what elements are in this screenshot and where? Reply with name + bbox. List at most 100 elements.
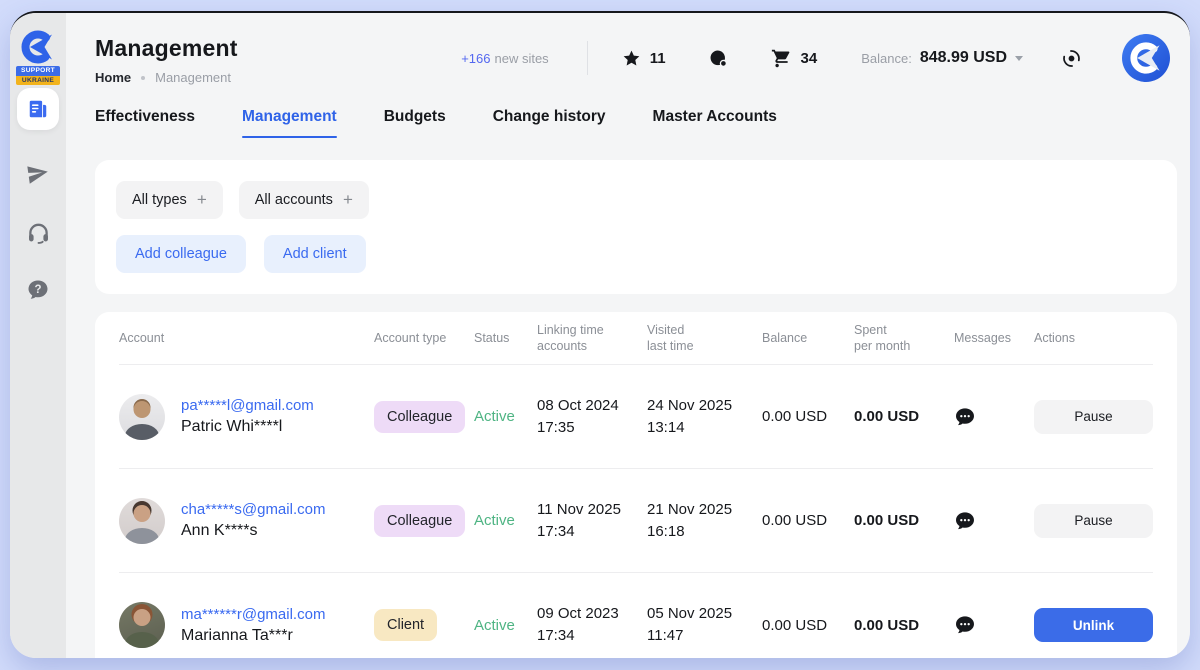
sidebar-item-sites[interactable] bbox=[17, 88, 59, 130]
breadcrumb-separator bbox=[141, 76, 145, 80]
all-accounts-filter[interactable]: All accounts + bbox=[239, 181, 369, 219]
account-avatar-logo[interactable] bbox=[1122, 34, 1170, 82]
col-status: Status bbox=[474, 330, 537, 346]
new-sites-label: new sites bbox=[494, 51, 548, 66]
cart-stat[interactable]: 34 bbox=[771, 48, 818, 69]
plus-icon: + bbox=[197, 190, 207, 210]
header-stats: +166new sites 11 34 bbox=[461, 33, 1170, 83]
account-type-cell: Client bbox=[374, 609, 474, 641]
linking-time-cell: 11 Nov 2025 17:34 bbox=[537, 499, 647, 543]
favorites-stat[interactable]: 11 bbox=[622, 49, 666, 68]
page-title: Management bbox=[95, 35, 238, 62]
visited-cell: 05 Nov 2025 11:47 bbox=[647, 603, 762, 647]
tab-budgets[interactable]: Budgets bbox=[384, 108, 446, 126]
send-icon bbox=[26, 162, 50, 186]
account-cell: pa*****l@gmail.com Patric Whi****l bbox=[119, 394, 374, 440]
linking-time: 17:35 bbox=[537, 417, 647, 439]
account-email[interactable]: cha*****s@gmail.com bbox=[181, 501, 325, 518]
sidebar-item-support[interactable] bbox=[10, 220, 66, 245]
filters-card: All types + All accounts + Add colleague… bbox=[95, 160, 1177, 294]
tab-master-accounts[interactable]: Master Accounts bbox=[653, 108, 777, 126]
support-ukraine-line2: UKRAINE bbox=[16, 76, 60, 86]
cart-icon bbox=[771, 48, 792, 69]
headphones-icon bbox=[26, 220, 51, 245]
linking-time-cell: 08 Oct 2024 17:35 bbox=[537, 395, 647, 439]
account-identity: pa*****l@gmail.com Patric Whi****l bbox=[181, 397, 314, 436]
balance-cell: 0.00 USD bbox=[762, 408, 854, 425]
table-row: pa*****l@gmail.com Patric Whi****l Colle… bbox=[119, 365, 1153, 469]
balance-label: Balance: bbox=[861, 51, 912, 66]
linking-date: 09 Oct 2023 bbox=[537, 603, 647, 625]
all-accounts-label: All accounts bbox=[255, 192, 333, 208]
col-spent: Spentper month bbox=[854, 322, 954, 354]
message-button[interactable] bbox=[954, 614, 976, 636]
balance-dropdown[interactable]: Balance: 848.99 USD bbox=[861, 49, 1023, 67]
table-row: ma******r@gmail.com Marianna Ta***r Clie… bbox=[119, 573, 1153, 658]
messages-cell bbox=[954, 406, 1034, 428]
visited-time: 11:47 bbox=[647, 625, 762, 647]
avatar[interactable] bbox=[119, 498, 165, 544]
app-window: SUPPORT UKRAINE bbox=[10, 11, 1190, 658]
balance-value: 848.99 USD bbox=[920, 49, 1007, 67]
tab-bar: Effectiveness Management Budgets Change … bbox=[95, 108, 777, 126]
messages-cell bbox=[954, 614, 1034, 636]
account-email[interactable]: pa*****l@gmail.com bbox=[181, 397, 314, 414]
breadcrumb: Home Management bbox=[95, 70, 238, 85]
col-actions: Actions bbox=[1034, 330, 1153, 346]
chat-bubble-icon bbox=[708, 48, 729, 69]
stats-divider bbox=[587, 41, 588, 75]
breadcrumb-home[interactable]: Home bbox=[95, 70, 131, 85]
tab-change-history[interactable]: Change history bbox=[493, 108, 606, 126]
tab-management[interactable]: Management bbox=[242, 108, 337, 126]
news-icon bbox=[27, 98, 49, 120]
add-client-button[interactable]: Add client bbox=[264, 235, 366, 273]
spent-cell: 0.00 USD bbox=[854, 617, 954, 634]
row-action-button[interactable]: Pause bbox=[1034, 400, 1153, 434]
row-action-button[interactable]: Unlink bbox=[1034, 608, 1153, 642]
all-types-filter[interactable]: All types + bbox=[116, 181, 223, 219]
breadcrumb-current: Management bbox=[155, 70, 231, 85]
announcements-button[interactable] bbox=[1061, 48, 1082, 69]
col-messages: Messages bbox=[954, 330, 1034, 346]
col-account-type: Account type bbox=[374, 330, 474, 346]
actions-cell: Pause bbox=[1034, 400, 1153, 434]
actions-cell: Unlink bbox=[1034, 608, 1153, 642]
linking-date: 08 Oct 2024 bbox=[537, 395, 647, 417]
help-bubble-icon: ? bbox=[26, 278, 50, 302]
page-header: Management Home Management bbox=[95, 35, 238, 85]
tab-effectiveness[interactable]: Effectiveness bbox=[95, 108, 195, 126]
sidebar: SUPPORT UKRAINE bbox=[10, 13, 66, 658]
message-dots-icon bbox=[954, 614, 976, 636]
account-identity: ma******r@gmail.com Marianna Ta***r bbox=[181, 606, 325, 645]
avatar[interactable] bbox=[119, 394, 165, 440]
sidebar-item-send[interactable] bbox=[10, 162, 66, 186]
collaborator-logo-icon[interactable] bbox=[19, 28, 57, 66]
filter-chip-row: All types + All accounts + bbox=[116, 181, 369, 219]
avatar[interactable] bbox=[119, 602, 165, 648]
message-button[interactable] bbox=[954, 510, 976, 532]
new-sites-link[interactable]: +166new sites bbox=[461, 51, 549, 66]
account-type-cell: Colleague bbox=[374, 401, 474, 433]
balance-cell: 0.00 USD bbox=[762, 512, 854, 529]
account-identity: cha*****s@gmail.com Ann K****s bbox=[181, 501, 325, 540]
linking-time: 17:34 bbox=[537, 625, 647, 647]
svg-text:?: ? bbox=[34, 284, 41, 296]
account-type-badge: Colleague bbox=[374, 505, 465, 537]
voice-broadcast-icon bbox=[1061, 48, 1082, 69]
actions-cell: Pause bbox=[1034, 504, 1153, 538]
support-ukraine-badge[interactable]: SUPPORT UKRAINE bbox=[16, 66, 60, 85]
visited-date: 24 Nov 2025 bbox=[647, 395, 762, 417]
chats-stat[interactable] bbox=[708, 48, 729, 69]
row-action-button[interactable]: Pause bbox=[1034, 504, 1153, 538]
account-cell: cha*****s@gmail.com Ann K****s bbox=[119, 498, 374, 544]
main-content: Management Home Management +166new sites… bbox=[66, 13, 1190, 658]
status-badge: Active bbox=[474, 408, 537, 425]
add-colleague-button[interactable]: Add colleague bbox=[116, 235, 246, 273]
status-badge: Active bbox=[474, 617, 537, 634]
sidebar-item-help[interactable]: ? bbox=[10, 278, 66, 302]
message-button[interactable] bbox=[954, 406, 976, 428]
spent-cell: 0.00 USD bbox=[854, 408, 954, 425]
account-email[interactable]: ma******r@gmail.com bbox=[181, 606, 325, 623]
col-visited: Visitedlast time bbox=[647, 322, 762, 354]
star-icon bbox=[622, 49, 641, 68]
